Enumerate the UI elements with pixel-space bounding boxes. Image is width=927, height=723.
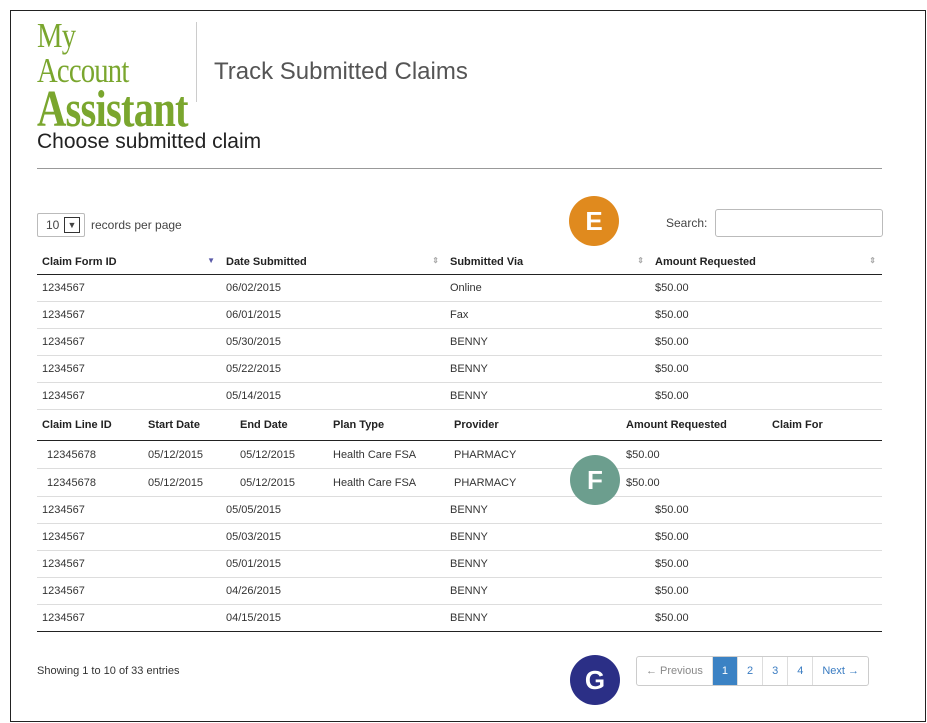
table-row[interactable]: 1234567 06/02/2015 Online $50.00 [37,274,882,302]
logo: My Account Assistant [37,16,189,138]
search-input[interactable] [715,209,884,237]
logo-line1: My Account [37,16,129,90]
page-1-button[interactable]: 1 [712,657,738,685]
sort-icon: ⇕ [432,256,439,265]
table-row[interactable]: 1234567 05/05/2015 BENNY $50.00 [37,496,882,524]
page-2-button[interactable]: 2 [738,657,764,685]
column-header-provider: Provider [449,410,621,441]
records-per-page: 10 ▼ records per page [37,213,182,237]
column-header-submitted-via[interactable]: Submitted Via ⇕ [445,250,650,275]
column-header-claim-for: Claim For [767,410,882,441]
table-row-expanded[interactable]: 1234567 05/14/2015 BENNY $50.00 [37,382,882,410]
pagination: ← Previous 1 2 3 4 Next → [636,656,870,686]
chevron-down-icon: ▼ [64,217,80,233]
column-header-amount-requested[interactable]: Amount Requested ⇕ [650,250,882,275]
sort-desc-icon: ▼ [207,256,215,265]
column-header-date-submitted[interactable]: Date Submitted ⇕ [221,250,445,275]
search-label: Search: [666,216,708,230]
column-header-claim-line-id: Claim Line ID [37,410,143,441]
column-header-end-date: End Date [235,410,328,441]
table-row[interactable]: 1234567 04/26/2015 BENNY $50.00 [37,577,882,605]
records-per-page-value: 10 [46,218,60,232]
claim-line-row: 12345678 05/12/2015 05/12/2015 Health Care … [47,476,660,489]
column-header-claim-form-id[interactable]: Claim Form ID ▼ [37,250,221,275]
section-divider [37,168,882,169]
search-box: Search: [666,209,884,237]
next-page-button[interactable]: Next → [813,657,868,685]
sort-icon: ⇕ [869,256,876,265]
claims-table: Claim Form ID ▼ Date Submitted ⇕ Submitted… [37,250,882,632]
records-per-page-label: records per page [91,218,182,232]
claim-detail-row: Claim Line ID Start Date End Date Plan T… [37,409,882,497]
column-header-start-date: Start Date [143,410,235,441]
callout-badge-e: E [569,196,619,246]
header-divider [196,22,197,102]
logo-line2: Assistant [37,81,189,138]
table-info: Showing 1 to 10 of 33 entries [37,665,180,677]
page-4-button[interactable]: 4 [788,657,814,685]
table-row[interactable]: 1234567 05/01/2015 BENNY $50.00 [37,550,882,578]
sort-icon: ⇕ [637,256,644,265]
table-row[interactable]: 1234567 05/22/2015 BENNY $50.00 [37,355,882,383]
claim-line-row: 12345678 05/12/2015 05/12/2015 Health Care … [37,440,882,469]
column-header-plan-type: Plan Type [328,410,449,441]
section-title: Choose submitted claim [37,130,262,153]
previous-page-button[interactable]: ← Previous [637,657,713,685]
page-title: Track Submitted Claims [214,58,468,85]
column-header-amount-requested: Amount Requested [621,410,767,441]
claim-lines-table: Claim Line ID Start Date End Date Plan T… [37,410,882,496]
callout-badge-g: G [570,655,620,705]
records-per-page-select[interactable]: 10 ▼ [37,213,85,237]
callout-badge-f: F [570,455,620,505]
table-row[interactable]: 1234567 05/30/2015 BENNY $50.00 [37,328,882,356]
table-row[interactable]: 1234567 04/15/2015 BENNY $50.00 [37,604,882,632]
page-3-button[interactable]: 3 [763,657,789,685]
table-row[interactable]: 1234567 06/01/2015 Fax $50.00 [37,301,882,329]
table-row[interactable]: 1234567 05/03/2015 BENNY $50.00 [37,523,882,551]
